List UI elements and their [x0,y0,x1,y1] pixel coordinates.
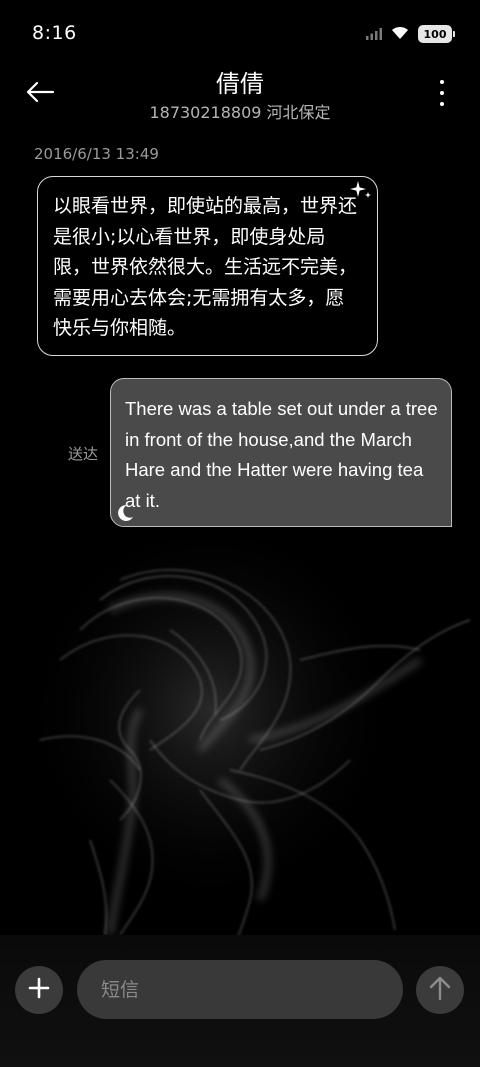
signal-icon [366,25,382,44]
message-input[interactable] [77,960,403,1019]
status-icons: 100 [366,22,455,46]
contact-name: 倩倩 [216,70,264,98]
wallpaper-image [0,530,480,940]
battery-icon: 100 [418,25,455,43]
plus-icon [28,977,50,1003]
delivery-status: 送达 [68,445,99,463]
send-arrow-icon [428,975,452,1005]
incoming-message-bubble[interactable]: 以眼看世界，即使站的最高，世界还是很小;以心看世界，即使身处局限，世界依然很大。… [37,176,378,356]
moon-icon [113,502,135,524]
add-attachment-button[interactable] [15,966,63,1014]
sparkle-icon [349,179,373,201]
wifi-icon [390,24,410,44]
message-timestamp: 2016/6/13 13:49 [34,145,159,163]
more-vertical-icon[interactable] [438,80,446,106]
outgoing-message-text: There was a table set out under a tree i… [125,398,438,511]
status-time: 8:16 [32,22,77,44]
incoming-message-text: 以眼看世界，即使站的最高，世界还是很小;以心看世界，即使身处局限，世界依然很大。… [53,195,358,339]
send-button[interactable] [416,966,464,1014]
outgoing-message-bubble[interactable]: There was a table set out under a tree i… [110,378,452,527]
contact-detail: 18730218809 河北保定 [149,103,331,122]
